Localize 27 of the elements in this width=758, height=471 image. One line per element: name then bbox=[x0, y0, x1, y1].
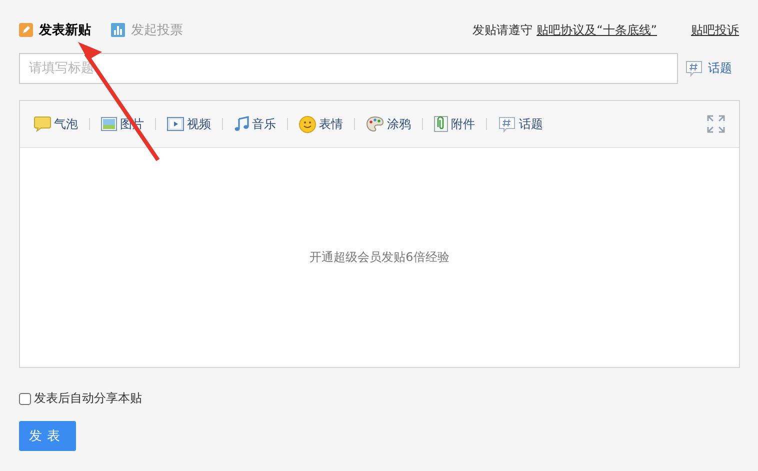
report-link[interactable]: 贴吧投诉 bbox=[691, 22, 739, 38]
editor-hint: 开通超级会员发贴6倍经验 bbox=[310, 249, 450, 266]
share-label: 发表后自动分享本贴 bbox=[34, 390, 142, 407]
paperclip-icon bbox=[434, 116, 448, 132]
pencil-icon bbox=[19, 23, 33, 37]
hashtag-icon bbox=[685, 60, 703, 77]
share-checkbox[interactable] bbox=[19, 392, 31, 404]
toolbar-item[interactable]: 气泡 bbox=[34, 116, 78, 132]
toolbar-item[interactable]: 视频 bbox=[167, 116, 211, 132]
toolbar-item[interactable]: 话题 bbox=[498, 116, 543, 132]
toolbar-item[interactable]: 附件 bbox=[434, 116, 475, 132]
image-icon bbox=[101, 117, 117, 131]
topic-link[interactable]: 话题 bbox=[685, 60, 732, 77]
rules-text: 发贴请遵守 bbox=[472, 22, 533, 38]
music-note-icon bbox=[234, 116, 249, 132]
fullscreen-icon[interactable] bbox=[707, 115, 725, 133]
toolbar-item[interactable]: 音乐 bbox=[234, 116, 276, 132]
smiley-icon bbox=[299, 116, 316, 132]
palette-icon bbox=[366, 116, 384, 132]
toolbar-item[interactable]: 表情 bbox=[299, 116, 343, 132]
bar-chart-icon bbox=[111, 23, 125, 37]
rules-link[interactable]: 贴吧协议及“十条底线” bbox=[536, 22, 657, 38]
hashtag-icon bbox=[498, 116, 516, 132]
speech-bubble-icon bbox=[34, 116, 51, 132]
tab[interactable]: 发表新贴 bbox=[19, 21, 91, 39]
video-icon bbox=[167, 117, 184, 131]
toolbar-item[interactable]: 涂鸦 bbox=[366, 116, 411, 132]
